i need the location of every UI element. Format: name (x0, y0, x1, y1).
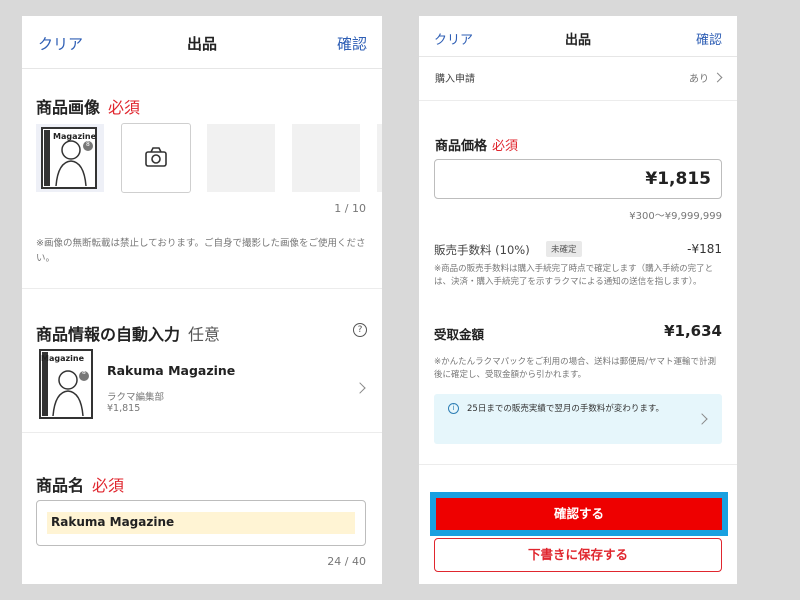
required-badge: 必須 (492, 139, 519, 154)
auto-input-heading: 商品情報の自動入力 任意 (36, 321, 220, 345)
fee-info-text: 25日までの販売実績で翌月の手数料が変わります。 (467, 404, 664, 414)
optional-badge: 任意 (188, 325, 221, 344)
thumbnail-badge: 8 (82, 369, 86, 376)
empty-image-slot[interactable] (292, 124, 360, 192)
divider (419, 464, 737, 465)
receive-label: 受取金額 (434, 327, 485, 342)
divider (22, 288, 382, 289)
image-note: ※画像の無断転載は禁止しております。ご自身で撮影した画像をご使用ください。 (36, 238, 366, 264)
confirm-header-button[interactable]: 確認 (337, 33, 367, 54)
product-name-value: Rakuma Magazine (51, 515, 175, 529)
product-name-input[interactable]: Rakuma Magazine (36, 500, 366, 546)
images-heading: 商品画像 必須 (36, 94, 140, 118)
price-input[interactable]: ¥1,815 (434, 159, 722, 199)
product-name-heading: 商品名 必須 (36, 472, 124, 496)
thumbnail-text: Magazine (53, 132, 97, 141)
save-draft-button[interactable]: 下書きに保存する (434, 538, 722, 572)
header-bar: クリア 出品 確認 (419, 16, 737, 57)
auto-product-title: Rakuma Magazine (107, 363, 236, 378)
product-name-heading-label: 商品名 (36, 476, 85, 495)
header-bar: クリア 出品 確認 (22, 16, 382, 69)
add-photo-button[interactable] (121, 123, 191, 193)
auto-product-price: ¥1,815 (107, 403, 141, 414)
price-value: ¥1,815 (645, 169, 711, 189)
price-heading: 商品価格 必須 (435, 135, 518, 154)
required-badge: 必須 (92, 476, 125, 495)
empty-image-slot[interactable] (207, 124, 275, 192)
auto-product-publisher: ラクマ編集部 (107, 392, 165, 403)
receive-note: ※かんたんラクマパックをご利用の場合、送料は郵便局/ヤマト運輸で計測後に確定し、… (434, 357, 716, 380)
purchase-request-row[interactable]: 購入申請 あり (419, 60, 737, 94)
confirm-header-button[interactable]: 確認 (696, 29, 722, 48)
thumbnail-badge: 8 (86, 141, 90, 148)
chevron-right-icon (712, 72, 723, 83)
page-title: 出品 (564, 33, 591, 48)
unconfirmed-badge: 未確定 (546, 241, 582, 257)
auto-input-product-card[interactable]: Magazine 8 Rakuma Magazine ラクマ編集部 ¥1,815 (22, 346, 382, 426)
price-range: ¥300〜¥9,999,999 (629, 211, 722, 222)
image-counter: 1 / 10 (334, 202, 366, 215)
fee-note: ※商品の販売手数料は購入手続完了時点で確定します（購入手続の完了とは、決済・購入… (434, 264, 714, 287)
fee-info-banner[interactable]: i 25日までの販売実績で翌月の手数料が変わります。 (434, 394, 722, 444)
confirm-button[interactable]: 確認する (436, 498, 722, 530)
fee-value: -¥181 (687, 242, 722, 256)
listing-form-right: クリア 出品 確認 購入申請 あり 商品価格 必須 ¥1,815 ¥300〜¥9,… (419, 16, 737, 584)
divider (22, 432, 382, 433)
images-heading-label: 商品画像 (36, 98, 101, 117)
listing-form-left: クリア 出品 確認 商品画像 必須 Magazine 8 1 / 10 ※画像の無… (22, 16, 382, 584)
chevron-right-icon (354, 382, 366, 394)
product-image-thumbnail[interactable]: Magazine 8 (36, 124, 104, 192)
receive-value: ¥1,634 (664, 322, 722, 340)
info-icon: i (448, 403, 459, 414)
divider (419, 100, 737, 101)
fee-label: 販売手数料 (10%) (434, 243, 530, 257)
required-badge: 必須 (108, 98, 141, 117)
chevron-right-icon (696, 413, 708, 425)
help-icon[interactable]: ? (353, 323, 367, 337)
auto-input-heading-label: 商品情報の自動入力 (36, 325, 181, 344)
empty-image-slot[interactable] (377, 124, 382, 192)
page-title: 出品 (186, 35, 217, 53)
purchase-request-label: 購入申請 (435, 74, 475, 85)
price-heading-label: 商品価格 (435, 139, 488, 154)
camera-icon (145, 147, 167, 167)
thumbnail-text: Magazine (41, 354, 85, 363)
name-counter: 24 / 40 (327, 555, 366, 568)
purchase-request-value: あり (689, 74, 709, 85)
